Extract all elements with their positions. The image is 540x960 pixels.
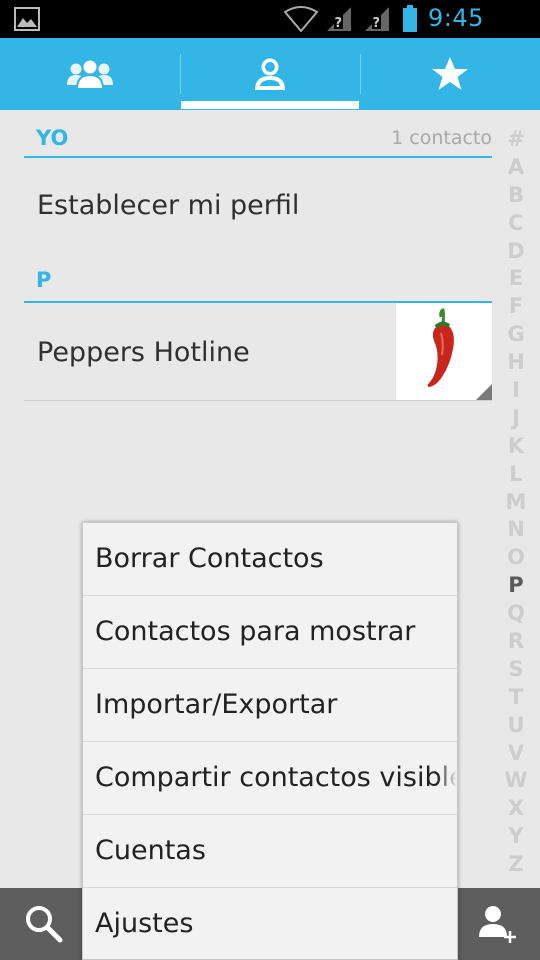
- set-profile-label: Establecer mi perfil: [37, 190, 300, 221]
- index-letter[interactable]: O: [502, 544, 530, 572]
- svg-text:?: ?: [335, 16, 343, 31]
- section-label: YO: [36, 126, 69, 150]
- index-letter[interactable]: Y: [502, 823, 530, 851]
- tab-favorites[interactable]: [360, 38, 540, 110]
- menu-item-settings[interactable]: Ajustes: [83, 888, 457, 960]
- index-letter[interactable]: S: [502, 656, 530, 684]
- index-letter[interactable]: H: [502, 349, 530, 377]
- index-letter[interactable]: P: [502, 572, 530, 600]
- index-letter[interactable]: M: [502, 489, 530, 517]
- menu-item-label: Contactos para mostrar: [95, 616, 416, 647]
- index-letter[interactable]: I: [502, 377, 530, 405]
- svg-text:?: ?: [373, 16, 381, 31]
- selected-tab-indicator: [181, 101, 359, 109]
- signal-icon: ?: [327, 7, 351, 31]
- menu-item-label: Compartir contactos visibles: [95, 762, 457, 793]
- contact-photo[interactable]: [396, 303, 492, 400]
- add-contact-icon: [479, 906, 516, 943]
- status-bar: ? ? 9:45 p.m.: [0, 0, 540, 60]
- index-letter[interactable]: D: [502, 238, 530, 266]
- menu-item-label: Ajustes: [95, 908, 194, 939]
- index-letter[interactable]: N: [502, 516, 530, 544]
- contact-count: 1 contacto: [391, 127, 492, 149]
- index-letter[interactable]: A: [502, 154, 530, 182]
- alphabet-index-scroller[interactable]: # A B C D E F G H I J K L M N O P Q R S T U V W X Y Z: [502, 126, 530, 879]
- search-button[interactable]: [4, 888, 84, 960]
- contact-name: Peppers Hotline: [37, 337, 250, 368]
- menu-item-accounts[interactable]: Cuentas: [83, 815, 457, 888]
- menu-item-delete-contacts[interactable]: Borrar Contactos: [83, 523, 457, 596]
- section-label: P: [36, 268, 52, 292]
- index-letter[interactable]: T: [502, 684, 530, 712]
- gallery-icon: [14, 7, 40, 31]
- section-header-p: P: [24, 260, 492, 303]
- overflow-menu: Borrar Contactos Contactos para mostrar …: [82, 522, 458, 960]
- section-header-me: YO 1 contacto: [24, 120, 492, 158]
- index-letter[interactable]: C: [502, 210, 530, 238]
- index-letter[interactable]: J: [502, 405, 530, 433]
- search-icon: [26, 906, 63, 943]
- index-letter[interactable]: R: [502, 628, 530, 656]
- menu-item-label: Importar/Exportar: [95, 689, 338, 720]
- index-letter[interactable]: Q: [502, 600, 530, 628]
- signal-icon: ?: [365, 7, 389, 31]
- battery-icon: [403, 5, 417, 32]
- index-letter[interactable]: #: [502, 126, 530, 154]
- star-icon: [432, 57, 468, 90]
- tab-groups[interactable]: [0, 38, 180, 110]
- wifi-icon: [284, 6, 318, 32]
- menu-item-share-visible-contacts[interactable]: Compartir contactos visibles: [83, 742, 457, 815]
- tab-all-contacts[interactable]: [180, 38, 360, 110]
- index-letter[interactable]: K: [502, 433, 530, 461]
- tab-bar: [0, 38, 540, 110]
- set-profile-row[interactable]: Establecer mi perfil: [24, 160, 492, 256]
- index-letter[interactable]: F: [502, 293, 530, 321]
- menu-item-label: Borrar Contactos: [95, 543, 324, 574]
- index-letter[interactable]: V: [502, 740, 530, 768]
- index-letter[interactable]: G: [502, 321, 530, 349]
- menu-item-contacts-to-display[interactable]: Contactos para mostrar: [83, 596, 457, 669]
- index-letter[interactable]: B: [502, 182, 530, 210]
- index-letter[interactable]: E: [502, 265, 530, 293]
- index-letter[interactable]: Z: [502, 851, 530, 879]
- row-divider: [24, 400, 492, 401]
- index-letter[interactable]: W: [502, 767, 530, 795]
- pepper-image: [427, 308, 492, 400]
- menu-item-label: Cuentas: [95, 835, 206, 866]
- person-icon: [255, 58, 285, 90]
- menu-item-import-export[interactable]: Importar/Exportar: [83, 669, 457, 742]
- index-letter[interactable]: X: [502, 795, 530, 823]
- add-contact-button[interactable]: [458, 888, 538, 960]
- group-icon: [67, 58, 113, 90]
- index-letter[interactable]: U: [502, 712, 530, 740]
- index-letter[interactable]: L: [502, 461, 530, 489]
- text-fade: [437, 742, 457, 814]
